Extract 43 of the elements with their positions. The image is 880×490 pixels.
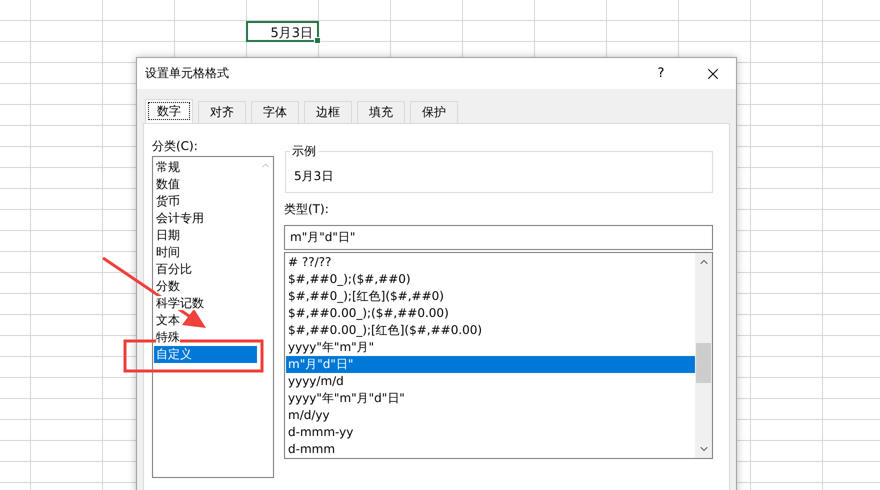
scroll-thumb[interactable] [696, 343, 711, 383]
dialog-title: 设置单元格格式 [145, 65, 230, 82]
active-cell[interactable]: 5月3日 [246, 21, 319, 42]
help-button[interactable]: ? [646, 60, 676, 86]
tab[interactable]: 字体 [251, 101, 299, 123]
format-item[interactable]: d-mmm-yy [286, 424, 695, 441]
format-item[interactable]: $#,##0.00_);($#,##0.00) [286, 305, 695, 322]
format-item[interactable]: m/d/yy [286, 407, 695, 424]
sample-value: 5月3日 [294, 168, 334, 184]
format-item[interactable]: $#,##0_);($#,##0) [286, 271, 695, 288]
type-label: 类型(T): [284, 201, 330, 218]
category-item[interactable]: 文本 [154, 312, 257, 329]
sample-label: 示例 [290, 143, 318, 160]
category-item[interactable]: 常规 [154, 159, 257, 176]
tab[interactable]: 边框 [304, 101, 352, 123]
category-item[interactable]: 特殊 [154, 329, 257, 346]
category-item[interactable]: 自定义 [154, 346, 257, 363]
tab[interactable]: 数字 [145, 99, 193, 123]
category-list[interactable]: 常规 数值 货币 会计专用 日期 时间 百分比 分数 科学记数 文本 特殊 自定义 [152, 156, 274, 478]
format-item[interactable]: # ??/?? [286, 254, 695, 271]
format-item[interactable]: d-mmm [286, 441, 695, 458]
format-item[interactable]: yyyy"年"m"月"d"日" [286, 390, 695, 407]
tab[interactable]: 保护 [410, 101, 458, 123]
category-item[interactable]: 科学记数 [154, 295, 257, 312]
category-item[interactable]: 货币 [154, 193, 257, 210]
format-item[interactable]: yyyy/m/d [286, 373, 695, 390]
type-input[interactable]: m"月"d"日" [284, 225, 713, 250]
format-item[interactable]: yyyy"年"m"月" [286, 339, 695, 356]
category-item[interactable]: 分数 [154, 278, 257, 295]
category-item[interactable]: 百分比 [154, 261, 257, 278]
category-item[interactable]: 数值 [154, 176, 257, 193]
format-item[interactable]: $#,##0.00_);[红色]($#,##0.00) [286, 322, 695, 339]
tab[interactable]: 对齐 [198, 101, 246, 123]
fill-handle[interactable] [314, 37, 321, 44]
format-item[interactable]: m"月"d"日" [286, 356, 695, 373]
category-label: 分类(C): [152, 138, 199, 153]
category-item[interactable]: 日期 [154, 227, 257, 244]
format-list[interactable]: # ??/?? $#,##0_);($#,##0) $#,##0_);[红色]($#,##0) $#,##0.00_);($#,##0.00) $#,##0.00_);[红色]($#,##0.00) yyyy"年"m"月" m"月"d"日" yyyy/m/d yyyy"年"m"月"d"日" m/d/yy d-mmm-yy d-mmm [284, 252, 713, 459]
tab[interactable]: 填充 [357, 101, 405, 123]
category-item[interactable]: 时间 [154, 244, 257, 261]
scrollbar[interactable] [695, 253, 712, 458]
category-item[interactable]: 会计专用 [154, 210, 257, 227]
format-item[interactable]: $#,##0_);[红色]($#,##0) [286, 288, 695, 305]
